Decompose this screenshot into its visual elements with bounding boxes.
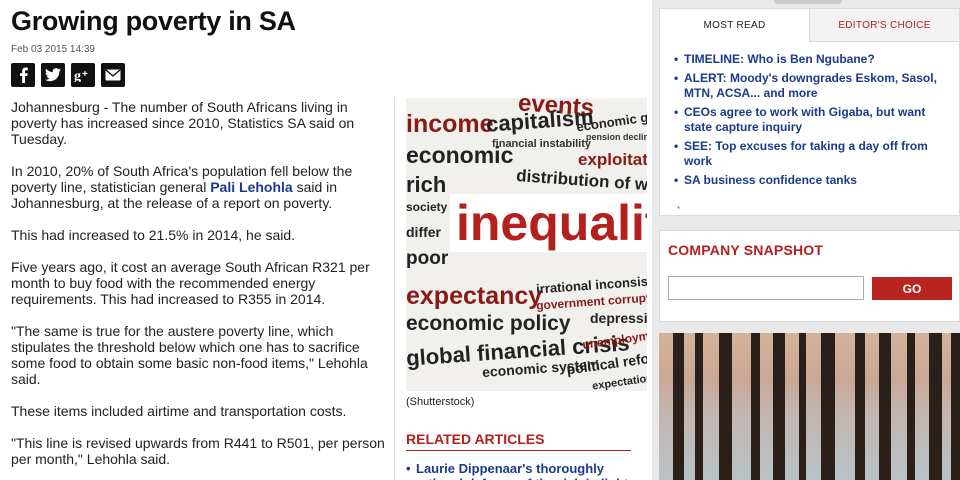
company-snapshot-widget: COMPANY SNAPSHOT GO [659, 230, 960, 322]
related-article-link[interactable]: Laurie Dippenaar's thoroughly rational d… [406, 461, 646, 480]
tree-trunk [951, 333, 960, 480]
image-word: expectancy [406, 282, 543, 310]
most-read-item[interactable]: ALERT: Moody's downgrades Eskom, Sasol, … [674, 71, 945, 101]
tab-editors-choice[interactable]: EDITOR'S CHOICE [810, 9, 959, 42]
inequality-word-cloud-image: events income capitalism economic growth… [406, 98, 647, 391]
article-paragraph: Five years ago, it cost an average South… [11, 259, 370, 307]
tree-trunk [695, 333, 703, 480]
image-word: economic [406, 142, 514, 168]
company-search-input[interactable] [668, 276, 864, 300]
related-articles-list: Laurie Dippenaar's thoroughly rational d… [406, 461, 646, 480]
article-headline: Growing poverty in SA [11, 6, 296, 36]
image-word: exploitation [578, 150, 647, 169]
most-read-item[interactable]: TIMELINE: Who is Ben Ngubane? [674, 52, 945, 67]
article-paragraph: These items included airtime and transpo… [11, 403, 347, 419]
email-share-button[interactable] [101, 63, 125, 87]
article-media-column: events income capitalism economic growth… [394, 98, 647, 480]
most-read-item[interactable]: SA business confidence tanks [674, 173, 945, 188]
facebook-share-button[interactable] [11, 63, 35, 87]
tree-trunk [673, 333, 684, 480]
svg-text:+: + [82, 69, 88, 80]
share-buttons: g + [11, 63, 125, 87]
most-read-item[interactable]: SEE: Top excuses for taking a day off fr… [674, 139, 945, 169]
article-date: Feb 03 2015 14:39 [11, 44, 95, 55]
tab-most-read[interactable]: MOST READ [660, 9, 810, 42]
google-plus-share-button[interactable]: g + [71, 63, 95, 87]
image-word: rich [406, 172, 447, 197]
widget-tabs: MOST READ EDITOR'S CHOICE [660, 9, 959, 42]
twitter-share-button[interactable] [41, 63, 65, 87]
tree-trunk [773, 333, 785, 480]
tree-trunk [855, 333, 865, 480]
tree-trunk [929, 333, 942, 480]
tree-trunk [907, 333, 915, 480]
image-caption: (Shutterstock) [406, 396, 475, 408]
image-word: society [406, 200, 448, 214]
email-icon [105, 69, 121, 81]
svg-text:g: g [74, 69, 81, 82]
article-paragraph: In 2010, 20% of South Africa's populatio… [11, 163, 386, 211]
image-word: depression [590, 310, 647, 326]
article-paragraph: "This line is revised upwards from R441 … [11, 435, 385, 467]
most-read-item[interactable]: CEOs agree to work with Gigaba, but want… [674, 105, 945, 135]
article-paragraph: This had increased to 21.5% in 2014, he … [11, 227, 296, 243]
twitter-icon [45, 68, 61, 82]
tree-trunk [879, 333, 891, 480]
sidebar-top-tab [774, 0, 842, 4]
tree-trunk [821, 333, 835, 480]
tree-trunk [799, 333, 806, 480]
most-read-widget: MOST READ EDITOR'S CHOICE TIMELINE: Who … [659, 8, 960, 216]
google-plus-icon: g + [74, 69, 88, 82]
most-read-list: TIMELINE: Who is Ben Ngubane? ALERT: Moo… [660, 42, 959, 188]
image-word: pension decline [586, 132, 647, 142]
tree-trunk [719, 333, 732, 480]
article-paragraph: Johannesburg - The number of South Afric… [11, 99, 355, 147]
article-body: Johannesburg - The number of South Afric… [11, 99, 386, 480]
related-articles-heading: RELATED ARTICLES [406, 431, 631, 451]
widget-dot: * [677, 205, 681, 214]
image-word: differ [406, 224, 441, 240]
right-sidebar: MOST READ EDITOR'S CHOICE TIMELINE: Who … [652, 0, 960, 480]
facebook-icon [20, 67, 28, 83]
forest-advert-image[interactable] [659, 333, 960, 480]
image-word: inequality [450, 194, 647, 252]
pali-lehohla-link[interactable]: Pali Lehohla [210, 179, 292, 195]
go-button[interactable]: GO [872, 277, 952, 300]
image-word: economic policy [406, 312, 571, 335]
image-word: income [406, 110, 494, 138]
article-paragraph: "The same is true for the austere povert… [11, 323, 368, 387]
image-word: expectations [591, 371, 647, 391]
tree-trunk [751, 333, 760, 480]
company-snapshot-title: COMPANY SNAPSHOT [668, 242, 824, 258]
image-word: poor [406, 248, 449, 269]
